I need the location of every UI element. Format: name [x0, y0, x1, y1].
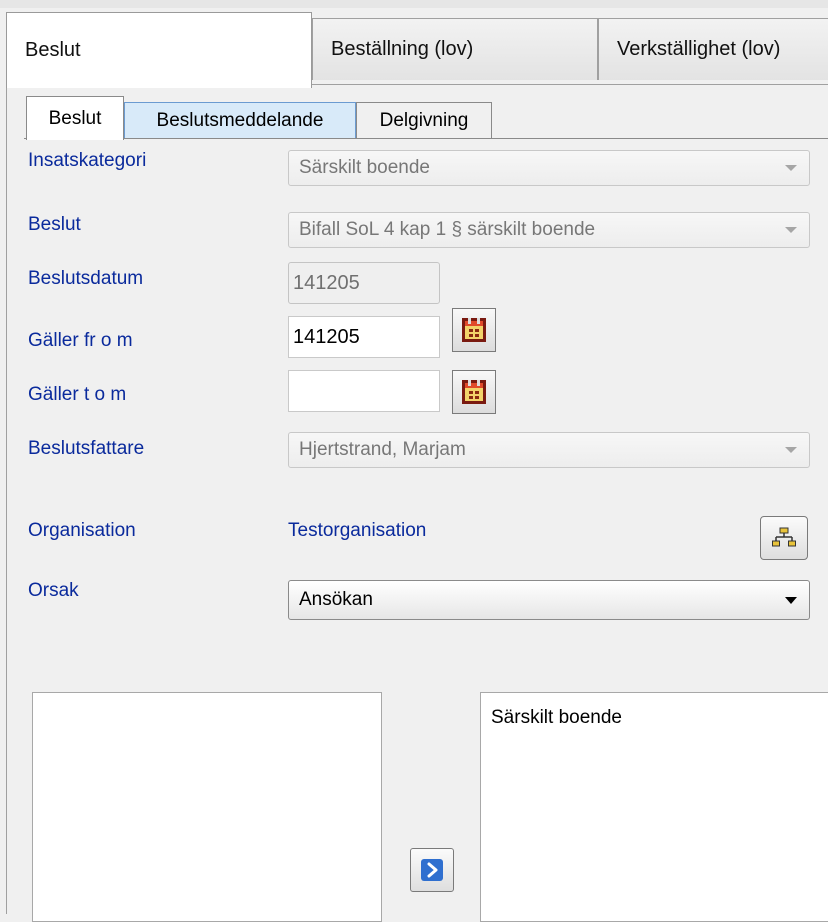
- organisation-picker-button[interactable]: [760, 516, 808, 560]
- beslut-value: Bifall SoL 4 kap 1 § särskilt boende: [299, 219, 596, 240]
- orsak-dropdown[interactable]: Ansökan: [288, 580, 810, 620]
- chevron-down-icon: [773, 447, 809, 453]
- chevron-down-icon: [773, 165, 809, 171]
- subtab-beslut[interactable]: Beslut: [26, 96, 124, 140]
- insatskategori-value: Särskilt boende: [299, 157, 430, 178]
- galler-from-label: Gäller fr o m: [28, 330, 133, 351]
- orsak-value: Ansökan: [299, 589, 373, 610]
- subtab-delgivning[interactable]: Delgivning: [356, 102, 492, 138]
- beslut-label: Beslut: [28, 214, 81, 235]
- tab-beslut[interactable]: Beslut: [6, 12, 312, 88]
- galler-from-input[interactable]: 141205: [288, 316, 440, 358]
- insatskategori-label: Insatskategori: [28, 150, 147, 171]
- organisation-label: Organisation: [28, 520, 136, 541]
- subtab-label: Delgivning: [379, 109, 469, 131]
- subtab-divider: [24, 138, 828, 139]
- subtab-beslutsmeddelande[interactable]: Beslutsmeddelande: [124, 102, 356, 138]
- beslutsfattare-dropdown[interactable]: Hjertstrand, Marjam: [288, 432, 810, 468]
- galler-tom-calendar-button[interactable]: [452, 370, 496, 414]
- chevron-down-icon: [773, 596, 809, 604]
- galler-from-calendar-button[interactable]: [452, 308, 496, 352]
- tab-verkstallighet[interactable]: Verkställighet (lov): [598, 18, 828, 80]
- tab-label: Verkställighet (lov): [617, 38, 781, 60]
- chevron-down-icon: [773, 227, 809, 233]
- arrow-right-icon: [421, 859, 443, 881]
- move-right-button[interactable]: [410, 848, 454, 892]
- beslut-dropdown[interactable]: Bifall SoL 4 kap 1 § särskilt boende: [288, 212, 810, 248]
- beslutsdatum-field: 141205: [288, 262, 440, 304]
- available-list[interactable]: [32, 692, 382, 922]
- subtab-label: Beslutsmeddelande: [156, 109, 324, 131]
- tab-bestallning[interactable]: Beställning (lov): [312, 18, 598, 80]
- tab-label: Beslut: [25, 39, 81, 61]
- orsak-label: Orsak: [28, 580, 79, 601]
- galler-tom-label: Gäller t o m: [28, 384, 127, 405]
- main-tabs: Beslut Beställning (lov) Verkställighet …: [0, 8, 828, 88]
- window-top-strip: [0, 0, 828, 8]
- tab-label: Beställning (lov): [331, 38, 474, 60]
- list-item[interactable]: Särskilt boende: [491, 707, 828, 729]
- galler-tom-input[interactable]: [288, 370, 440, 412]
- organisation-value: Testorganisation: [288, 520, 427, 541]
- calendar-icon: [462, 318, 486, 342]
- calendar-icon: [462, 380, 486, 404]
- beslutsfattare-value: Hjertstrand, Marjam: [299, 439, 466, 460]
- org-chart-icon: [772, 527, 796, 547]
- selected-list[interactable]: Särskilt boende: [480, 692, 828, 922]
- subtab-label: Beslut: [48, 107, 102, 129]
- beslutsdatum-label: Beslutsdatum: [28, 268, 144, 289]
- insatskategori-dropdown[interactable]: Särskilt boende: [288, 150, 810, 186]
- beslutsfattare-label: Beslutsfattare: [28, 438, 145, 459]
